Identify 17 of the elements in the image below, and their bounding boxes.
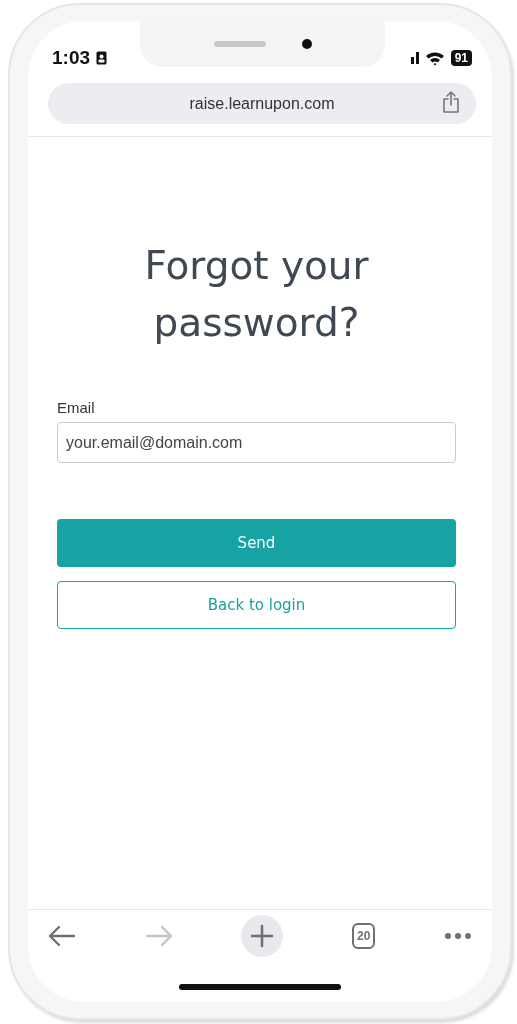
address-bar[interactable]: raise.learnupon.com — [48, 83, 476, 124]
url-text: raise.learnupon.com — [189, 94, 335, 113]
back-button[interactable]: Back to login — [57, 581, 456, 629]
page-heading: Forgot your password? — [143, 242, 370, 347]
status-time: 1:03 — [52, 47, 91, 69]
wifi-icon — [424, 50, 445, 66]
email-field[interactable]: your.email@domain.com — [57, 422, 456, 463]
battery-level: 91 — [450, 50, 472, 66]
field-label: Email — [57, 399, 96, 416]
send-button[interactable]: Send — [57, 519, 456, 567]
share-icon[interactable] — [442, 91, 460, 113]
back-arrow-icon[interactable] — [48, 925, 76, 947]
more-icon[interactable] — [444, 932, 472, 940]
tab-count-button[interactable]: 20 — [351, 923, 376, 949]
plus-icon[interactable] — [241, 915, 284, 957]
id-card-icon — [96, 51, 108, 65]
signal-icon — [410, 52, 419, 64]
